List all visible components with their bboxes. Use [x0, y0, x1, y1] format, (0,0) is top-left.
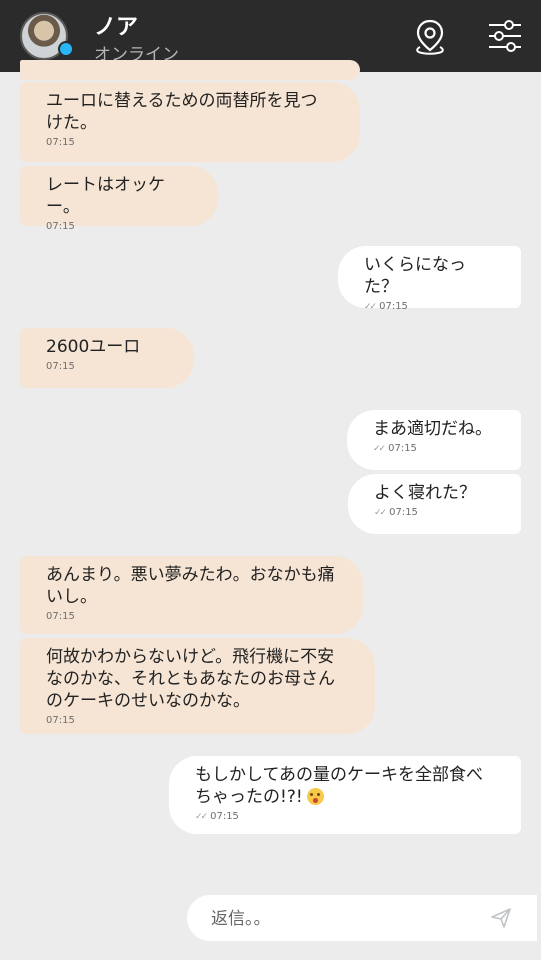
reply-input[interactable]: [209, 906, 473, 932]
message-bubble-sent[interactable]: いくらになった？ ✓✓ 07:15: [338, 246, 521, 312]
message-text: レートはオッケー。: [46, 175, 165, 217]
message-time-value: 07:15: [389, 507, 418, 518]
message-time: ✓✓ 07:15: [374, 506, 495, 520]
message-text: まあ適切だね。: [373, 419, 492, 439]
message-time: 07:15: [46, 221, 75, 232]
message-bubble-received[interactable]: あんまり。悪い夢みたわ。おなかも痛 いし。 07:15: [20, 556, 363, 634]
message-time: 07:15: [46, 715, 75, 726]
astonished-face-emoji-icon: [306, 788, 324, 805]
map-pin-icon[interactable]: [410, 16, 450, 56]
message-text: ユーロに替えるための両替所を見つ けた。: [46, 91, 318, 133]
message-time-value: 07:15: [388, 443, 417, 454]
message-list[interactable]: ユーロに替えるための両替所を見つ けた。 07:15 レートはオッケー。 07:…: [0, 60, 541, 872]
message-time: 07:15: [46, 611, 75, 622]
reply-composer: [187, 895, 537, 941]
message-bubble-sent[interactable]: もしかしてあの量のケーキを全部食べ ちゃったの!?! ✓✓ 07:15: [169, 756, 521, 834]
read-checkmark-icon: ✓✓: [364, 302, 377, 312]
message-time: ✓✓ 07:15: [364, 300, 495, 314]
contact-name[interactable]: ノア: [94, 9, 138, 41]
message-bubble-partial: [20, 60, 360, 80]
message-bubble-received[interactable]: ユーロに替えるための両替所を見つ けた。 07:15: [20, 82, 360, 162]
message-text: あんまり。悪い夢みたわ。おなかも痛 いし。: [46, 565, 335, 607]
message-bubble-received[interactable]: レートはオッケー。 07:15: [20, 166, 218, 232]
read-checkmark-icon: ✓✓: [373, 444, 386, 454]
message-bubble-received[interactable]: 2600ユーロ 07:15: [20, 328, 194, 388]
message-time: ✓✓ 07:15: [195, 810, 495, 824]
message-bubble-sent[interactable]: まあ適切だね。 ✓✓ 07:15: [347, 410, 521, 470]
message-text-value: もしかしてあの量のケーキを全部食べ ちゃったの!?!: [195, 765, 483, 807]
message-text: 何故かわからないけど。飛行機に不安 なのかな、それともあなたのお母さん のケーキ…: [46, 647, 335, 711]
message-bubble-received[interactable]: 何故かわからないけど。飛行機に不安 なのかな、それともあなたのお母さん のケーキ…: [20, 638, 375, 734]
message-text: 2600ユーロ: [46, 337, 141, 357]
read-checkmark-icon: ✓✓: [374, 508, 387, 518]
message-time: ✓✓ 07:15: [373, 442, 495, 456]
read-checkmark-icon: ✓✓: [195, 812, 208, 822]
message-text: もしかしてあの量のケーキを全部食べ ちゃったの!?!: [195, 764, 495, 808]
message-time: 07:15: [46, 361, 75, 372]
send-icon[interactable]: [489, 906, 513, 930]
sliders-icon[interactable]: [485, 16, 525, 56]
message-bubble-sent[interactable]: よく寝れた？ ✓✓ 07:15: [348, 474, 521, 534]
message-time: 07:15: [46, 137, 75, 148]
message-text: よく寝れた？: [374, 483, 476, 503]
online-status-dot: [58, 41, 74, 57]
message-text: いくらになった？: [364, 255, 466, 297]
message-time-value: 07:15: [379, 301, 408, 312]
message-time-value: 07:15: [210, 811, 239, 822]
